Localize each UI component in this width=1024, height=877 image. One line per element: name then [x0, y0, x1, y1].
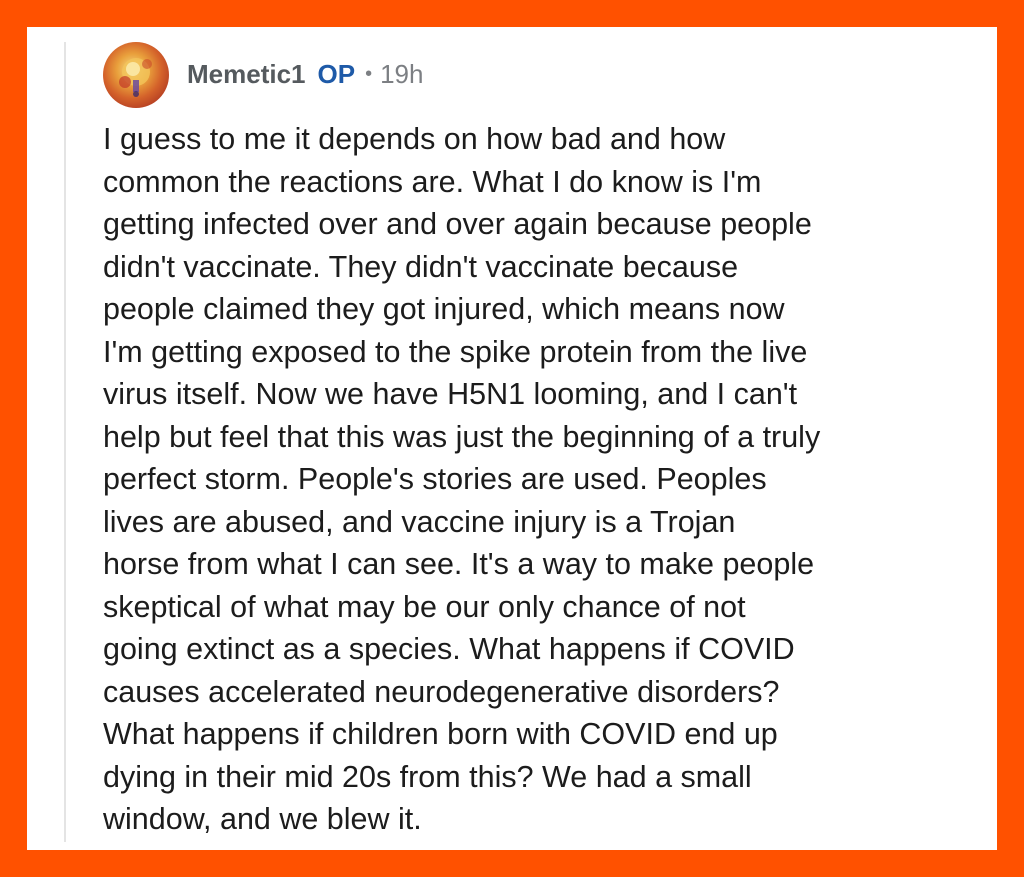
comment-header: Memetic1 OP • 19h	[187, 56, 423, 92]
comment-line: people claimed they got injured, which m…	[103, 292, 785, 326]
username-link[interactable]: Memetic1	[187, 56, 306, 92]
comment-timestamp[interactable]: 19h	[380, 56, 423, 92]
comment-line: common the reactions are. What I do know…	[103, 164, 762, 199]
comment-line: didn't vaccinate. They didn't vaccinate …	[103, 249, 739, 284]
comment-line: help but feel that this was just the beg…	[103, 419, 821, 454]
comment-body: I guess to me it depends on how bad and …	[103, 118, 973, 841]
comment-line: window, and we blew it.	[103, 802, 422, 836]
comment-line: skeptical of what may be our only chance…	[103, 589, 746, 624]
user-avatar-icon[interactable]	[103, 42, 169, 108]
comment-line: perfect storm. People's stories are used…	[103, 462, 767, 496]
op-badge: OP	[317, 59, 356, 89]
comment-line: virus itself. Now we have H5N1 looming, …	[103, 377, 798, 411]
comment-line: dying in their mid 20s from this? We had…	[103, 759, 752, 794]
thread-line[interactable]	[64, 42, 66, 842]
separator-dot: •	[365, 63, 373, 85]
comment-line: I'm getting exposed to the spike protein…	[103, 334, 808, 369]
comment-line: going extinct as a species. What happens…	[103, 632, 795, 666]
comment-line: lives are abused, and vaccine injury is …	[103, 504, 736, 539]
comment-line: causes accelerated neurodegenerative dis…	[103, 674, 780, 709]
comment-line: I guess to me it depends on how bad and …	[103, 122, 726, 156]
comment-line: horse from what I can see. It's a way to…	[103, 547, 815, 581]
comment-line: getting infected over and over again bec…	[103, 207, 812, 241]
comment-line: What happens if children born with COVID…	[103, 717, 778, 751]
